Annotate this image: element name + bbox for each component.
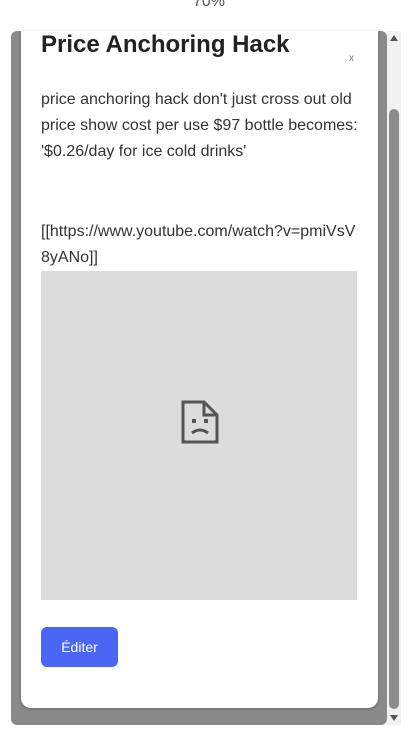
card-body-text: price anchoring hack don't just cross ou… (41, 91, 358, 160)
scroll-up-arrow-icon[interactable] (390, 35, 398, 41)
scroll-down-arrow-icon[interactable] (390, 715, 398, 721)
close-icon[interactable]: x (349, 53, 354, 64)
edit-button[interactable]: Éditer (41, 627, 118, 667)
video-embed[interactable] (41, 271, 357, 600)
zoom-level-label: 70% (192, 0, 226, 10)
scrollbar[interactable] (387, 31, 401, 725)
video-link-text: [[https://www.youtube.com/watch?v=pmiVsV… (41, 223, 356, 266)
broken-document-icon (181, 400, 219, 444)
card-title: Price Anchoring Hack (41, 31, 290, 58)
scrollbar-thumb[interactable] (389, 109, 399, 709)
note-card: x Price Anchoring Hack price anchoring h… (21, 31, 378, 708)
